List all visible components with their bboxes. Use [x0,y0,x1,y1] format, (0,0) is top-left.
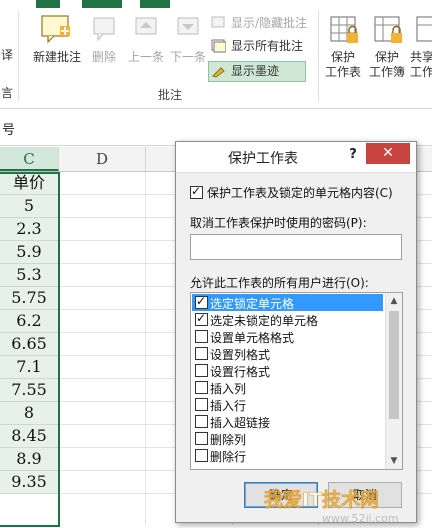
show-hide-comment-button[interactable]: 显示/隐藏批注 [209,14,307,33]
password-label: 取消工作表保护时使用的密码(P): [190,216,367,230]
list-item-label: 设置行格式 [210,365,271,379]
share-workbook-button[interactable]: 共享 工作 [410,50,432,80]
list-item-checkbox[interactable] [195,415,208,428]
protect-sheet-button[interactable]: 保护 工作表 [322,50,364,80]
next-comment-icon [176,16,200,45]
protect-sheet-icon [330,16,360,49]
previous-comment-button[interactable]: 上一条 [124,50,168,65]
scroll-thumb[interactable] [389,311,399,419]
dialog-title-bar[interactable]: 保护工作表 ? ✕ [176,142,416,173]
list-item-checkbox[interactable] [195,381,208,394]
delete-label: 删除 [91,50,116,64]
comments-group-label: 批注 [158,86,182,103]
list-item-label: 设置列格式 [210,348,271,362]
list-item-label: 插入行 [210,399,247,413]
dialog-title: 保护工作表 [228,151,298,167]
language-group-label-partial: 言 [0,86,14,101]
list-item-checkbox[interactable] [195,294,208,309]
protect-workbook-icon [374,16,404,49]
list-item-checkbox[interactable] [195,364,208,377]
ribbon-tab-strip [0,0,432,9]
list-item-checkbox[interactable] [195,311,208,326]
list-item-checkbox[interactable] [195,449,208,462]
next-comment-button[interactable]: 下一条 [166,50,210,65]
list-item-label: 设置单元格格式 [210,331,295,345]
list-item[interactable]: 设置行格式 [192,362,383,379]
language-group-label: 言 [0,86,13,100]
list-item[interactable]: 设置单元格格式 [192,328,383,345]
selection-border [0,172,60,527]
close-button[interactable]: ✕ [366,143,410,164]
previous-comment-icon [134,16,158,45]
help-icon[interactable]: ? [346,147,360,162]
translate-label: 译 [0,48,13,62]
show-all-comments-label: 显示所有批注 [231,39,304,53]
protect-sheet-checkbox-label: 保护工作表及锁定的单元格内容(C) [207,186,393,200]
share-label-2: 工作 [410,65,432,79]
watermark-line-2: www.52ij.com [322,512,399,525]
list-item[interactable]: 插入行 [192,396,383,413]
list-item-checkbox[interactable] [195,432,208,445]
show-ink-icon [211,64,226,78]
show-hide-comment-icon [211,16,226,30]
list-item-label: 选定锁定单元格 [210,297,295,311]
list-item[interactable]: 选定锁定单元格 [192,294,383,311]
list-item-label: 删除行 [210,450,247,464]
protect-workbook-button[interactable]: 保护 工作簿 [366,50,408,80]
group-divider [318,10,319,102]
new-comment-icon [40,14,72,47]
delete-comment-icon [92,16,116,45]
site-watermark-logo: 我爱IT技术网 www.52ij.com [262,482,432,525]
list-item[interactable]: 插入列 [192,379,383,396]
show-all-comments-icon [211,39,227,53]
share-workbook-icon [416,16,432,49]
show-ink-button[interactable]: 显示墨迹 [208,61,306,82]
comments-group-text: 批注 [158,88,183,102]
tab-underline [36,0,60,8]
group-divider [18,10,19,102]
list-item-checkbox[interactable] [195,330,208,343]
next-label: 下一条 [169,50,206,64]
column-header-d[interactable]: D [59,147,146,171]
protect-sheet-checkbox[interactable] [190,184,203,199]
protect-workbook-label-1: 保护 [374,50,399,64]
list-item-label: 插入超链接 [210,416,271,430]
show-hide-comment-label: 显示/隐藏批注 [231,16,308,30]
column-header-c[interactable]: C [0,147,59,171]
protect-sheet-label-2: 工作表 [324,65,361,79]
scroll-down-icon[interactable]: ▼ [386,453,402,469]
password-input[interactable] [190,234,402,260]
name-box-partial[interactable]: 号 [2,119,15,138]
list-item-label: 插入列 [210,382,247,396]
list-item[interactable]: 设置列格式 [192,345,383,362]
list-item-checkbox[interactable] [195,347,208,360]
tab-underline [140,0,170,8]
show-ink-label: 显示墨迹 [231,64,280,78]
protect-sheet-dialog: 保护工作表 ? ✕ 保护工作表及锁定的单元格内容(C) 取消工作表保护时使用的密… [175,141,417,523]
list-item[interactable]: 插入超链接 [192,413,383,430]
permissions-list[interactable]: 选定锁定单元格 选定未锁定的单元格 设置单元格格式 设置列格式 设置行格式 插入… [190,292,403,470]
translate-button-partial[interactable]: 译 [0,48,14,63]
list-item-label: 选定未锁定的单元格 [210,314,319,328]
protect-sheet-label-1: 保护 [330,50,355,64]
list-item[interactable]: 删除行 [192,447,383,464]
list-item[interactable]: 删除列 [192,430,383,447]
watermark-line-1: 我爱IT技术网 [264,488,379,511]
grid-column-line [145,172,146,525]
show-all-comments-button[interactable]: 显示所有批注 [209,37,303,56]
new-comment-button[interactable]: 新建批注 [30,50,84,65]
tab-review-active[interactable] [82,0,122,8]
list-item-label: 删除列 [210,433,247,447]
delete-comment-button[interactable]: 删除 [88,50,120,65]
list-item-checkbox[interactable] [195,398,208,411]
protect-workbook-label-2: 工作簿 [368,65,405,79]
list-scrollbar[interactable]: ▲ ▼ [385,293,402,469]
share-label-1: 共享 [410,50,432,64]
prev-label: 上一条 [127,50,164,64]
new-comment-label: 新建批注 [32,50,81,64]
allow-users-label: 允许此工作表的所有用户进行(O): [190,276,369,290]
scroll-up-icon[interactable]: ▲ [386,293,402,309]
ribbon: 译 言 新建批注 删除 上一条 下一条 显示/隐藏批注 显示所有批注 显示墨迹 … [0,0,432,109]
list-item[interactable]: 选定未锁定的单元格 [192,311,383,328]
